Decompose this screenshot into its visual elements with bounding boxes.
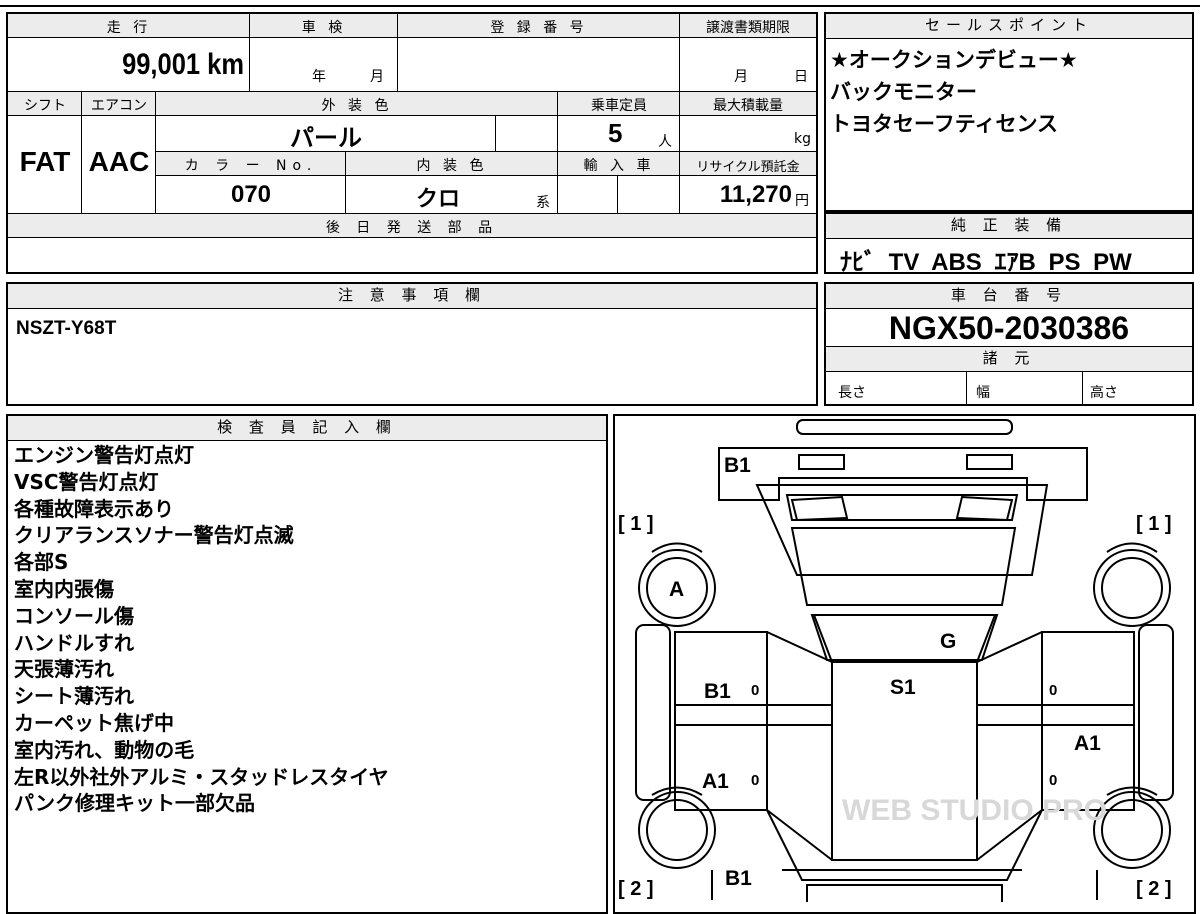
genuine-equipment-list: ﾅﾋﾞ TV ABS ｴｱB PS PW	[840, 249, 1132, 276]
aircon-header: エアコン	[91, 98, 147, 114]
vehicle-info-panel: 走 行 車 検 登 録 番 号 譲渡書類期限 99,001 km 年 月 月 日…	[6, 12, 818, 274]
inspector-line: VSC警告灯点灯	[14, 469, 159, 494]
sales-point-line: ★オークションデビュー★	[830, 48, 1078, 72]
watermark: WEB STUDIO PRO	[842, 794, 1107, 827]
mark-front-bumper: B1	[724, 454, 751, 477]
corner-label-bottom-left: [ 2 ]	[618, 878, 654, 900]
chassis-panel: 車 台 番 号 NGX50-2030386 諸 元 長さ 幅 高さ	[824, 282, 1194, 406]
color-no-value: 070	[230, 181, 272, 208]
mileage-header: 走 行	[106, 20, 152, 36]
zero-mark: 0	[751, 772, 759, 789]
chassis-number: NGX50-2030386	[888, 310, 1130, 346]
registration-header: 登 録 番 号	[490, 20, 588, 36]
inspector-line: 室内汚れ、動物の毛	[14, 737, 195, 762]
shaken-month: 月	[370, 69, 384, 85]
corner-label-bottom-right: [ 2 ]	[1136, 878, 1172, 900]
exterior-color-value: パール	[290, 125, 362, 152]
mark-hood-g: G	[940, 630, 956, 653]
sales-point-line: トヨタセーフティセンス	[830, 112, 1059, 136]
transfer-day: 日	[794, 69, 808, 85]
top-strip	[0, 0, 1200, 7]
corner-label-top-right: [ 1 ]	[1136, 513, 1172, 535]
recycle-fee-value: 11,270	[719, 181, 792, 208]
genuine-equipment-panel: 純 正 装 備 ﾅﾋﾞ TV ABS ｴｱB PS PW	[824, 212, 1194, 276]
notes-panel: 注 意 事 項 欄 NSZT-Y68T	[6, 282, 818, 406]
inspector-line: 左R以外社外アルミ・スタッドレスタイヤ	[14, 764, 389, 789]
aircon-value: AAC	[88, 146, 150, 177]
interior-color-value: クロ	[415, 186, 460, 211]
shaken-year: 年	[312, 69, 326, 85]
mark-wheel-a: A	[669, 578, 684, 601]
mark-roof-s1: S1	[890, 676, 916, 699]
inspector-header: 検 査 員 記 入 欄	[8, 416, 606, 441]
inspector-line: シート薄汚れ	[14, 684, 134, 709]
car-diagram-panel: B1 A G S1 B1 A1 A1 B1 0 0 0 0 [ 1 ] [ 1 …	[613, 414, 1196, 914]
inspector-line: パンク修理キット一部欠品	[14, 791, 255, 816]
inspector-line: 各種故障表示あり	[14, 496, 174, 521]
capacity-value: 5	[608, 118, 623, 148]
capacity-header: 乗車定員	[591, 98, 647, 114]
chassis-header: 車 台 番 号	[826, 284, 1192, 309]
inspector-line: 室内内張傷	[14, 576, 114, 601]
inspector-panel: 検 査 員 記 入 欄 エンジン警告灯点灯 VSC警告灯点灯 各種故障表示あり …	[6, 414, 608, 914]
shaken-header: 車 検	[301, 20, 347, 36]
color-no-header: カ ラ ー No.	[184, 158, 318, 174]
genuine-equipment-header: 純 正 装 備	[826, 214, 1192, 239]
width-label: 幅	[976, 385, 990, 401]
recycle-fee-header: リサイクル預託金	[696, 160, 800, 175]
transfer-deadline-header: 譲渡書類期限	[706, 20, 790, 36]
import-header: 輸 入 車	[583, 158, 655, 174]
mark-left-rear-door: A1	[702, 770, 729, 793]
zero-mark: 0	[751, 682, 759, 699]
inspector-line: ハンドルすれ	[14, 630, 134, 655]
inspector-line: エンジン警告灯点灯	[14, 443, 194, 467]
zero-mark: 0	[1049, 682, 1057, 699]
sales-point-panel: セールスポイント ★オークションデビュー★ バックモニター トヨタセーフティセン…	[824, 12, 1194, 212]
transfer-month: 月	[734, 69, 748, 85]
notes-header: 注 意 事 項 欄	[8, 284, 816, 309]
corner-label-top-left: [ 1 ]	[618, 513, 654, 535]
inspector-line: 天張薄汚れ	[14, 657, 114, 682]
shift-value: FAT	[19, 146, 71, 177]
recycle-fee-unit: 円	[795, 193, 809, 209]
interior-color-header: 内 装 色	[416, 158, 488, 174]
max-load-unit: kg	[794, 131, 811, 147]
max-load-header: 最大積載量	[713, 98, 783, 114]
spec-header: 諸 元	[826, 346, 1192, 372]
shift-header: シフト	[24, 98, 66, 114]
later-parts-header: 後 日 発 送 部 品	[325, 220, 499, 236]
inspector-line: クリアランスソナー警告灯点滅	[14, 523, 294, 548]
length-label: 長さ	[838, 385, 866, 401]
inspector-line: 各部S	[14, 550, 69, 575]
exterior-color-header: 外 装 色	[321, 98, 393, 114]
mark-rear-bumper: B1	[725, 867, 752, 890]
inspector-line: カーペット焦げ中	[14, 710, 174, 735]
car-diagram: B1 A G S1 B1 A1 A1 B1 0 0 0 0 [ 1 ] [ 1 …	[618, 419, 1174, 902]
height-label: 高さ	[1090, 385, 1118, 401]
capacity-unit: 人	[658, 134, 672, 150]
zero-mark: 0	[1049, 772, 1057, 789]
notes-text: NSZT-Y68T	[16, 318, 117, 339]
inspector-line: コンソール傷	[14, 603, 134, 628]
mark-left-front-door: B1	[704, 680, 731, 703]
mileage-value: 99,001 km	[122, 48, 244, 81]
sales-point-line: バックモニター	[830, 80, 977, 104]
mark-right-rear-door: A1	[1074, 732, 1101, 755]
interior-color-suffix: 系	[536, 195, 550, 211]
sales-point-header: セールスポイント	[826, 14, 1192, 39]
